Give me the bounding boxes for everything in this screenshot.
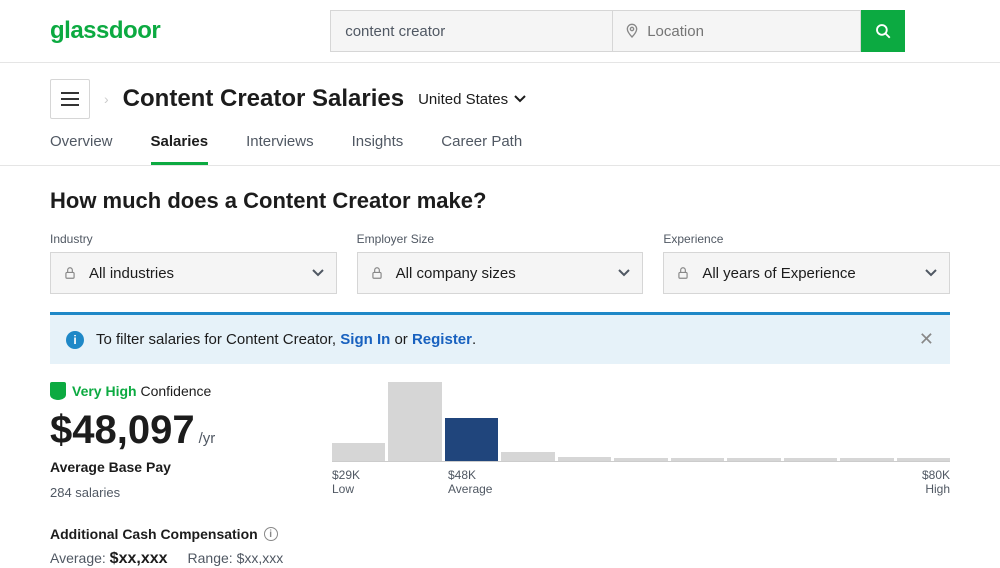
menu-button[interactable]	[50, 79, 90, 119]
axis-low-label: Low	[332, 482, 402, 496]
chevron-down-icon	[925, 269, 937, 277]
tab-interviews[interactable]: Interviews	[246, 133, 314, 165]
bar	[332, 443, 385, 461]
lock-icon	[370, 266, 384, 280]
bar	[727, 458, 780, 461]
bar	[445, 418, 498, 461]
addl-range: Range: $xx,xxx	[188, 550, 284, 568]
bar	[501, 452, 554, 461]
tab-insights[interactable]: Insights	[352, 133, 404, 165]
bar	[671, 458, 724, 461]
base-pay-label: Average Base Pay	[50, 459, 322, 475]
hamburger-icon	[61, 92, 79, 106]
axis-avg-value: $48K	[448, 468, 518, 482]
lock-icon	[63, 266, 77, 280]
filter-label-experience: Experience	[663, 232, 950, 246]
axis-high-value: $80K	[922, 468, 950, 482]
tab-overview[interactable]: Overview	[50, 133, 113, 165]
addl-avg: Average: $xx,xxx	[50, 550, 168, 568]
confidence-label: Very High Confidence	[72, 383, 211, 399]
bar	[840, 458, 893, 461]
chevron-down-icon	[514, 95, 526, 103]
banner-text: To filter salaries for Content Creator, …	[96, 331, 476, 348]
shield-icon	[50, 382, 66, 400]
chart-axis: $29K Low $48K Average $80K High	[332, 468, 950, 496]
axis-low-value: $29K	[332, 468, 402, 482]
close-icon[interactable]: ✕	[919, 329, 934, 350]
bar	[614, 458, 667, 461]
salary-count: 284 salaries	[50, 485, 322, 500]
page-title: Content Creator Salaries	[123, 85, 404, 113]
lock-icon	[676, 266, 690, 280]
axis-high-label: High	[922, 482, 950, 496]
bar	[784, 458, 837, 461]
logo[interactable]: glassdoor	[50, 17, 160, 45]
filter-experience[interactable]: All years of Experience	[663, 252, 950, 294]
filter-value: All industries	[89, 265, 174, 282]
country-label: United States	[418, 91, 508, 108]
filter-value: All company sizes	[396, 265, 516, 282]
bar	[897, 458, 950, 461]
search-icon	[874, 22, 892, 40]
info-icon: i	[66, 331, 84, 349]
tab-salaries[interactable]: Salaries	[151, 133, 209, 165]
info-icon[interactable]: i	[264, 527, 278, 541]
filter-label-employer-size: Employer Size	[357, 232, 644, 246]
filter-industry[interactable]: All industries	[50, 252, 337, 294]
section-heading: How much does a Content Creator make?	[50, 188, 950, 214]
addl-comp-title: Additional Cash Compensation	[50, 526, 258, 542]
location-pin-icon	[624, 23, 640, 39]
filter-employer-size[interactable]: All company sizes	[357, 252, 644, 294]
register-link[interactable]: Register	[412, 331, 472, 348]
signin-banner: i To filter salaries for Content Creator…	[50, 312, 950, 364]
country-selector[interactable]: United States	[418, 91, 526, 108]
tab-career-path[interactable]: Career Path	[441, 133, 522, 165]
salary-distribution-chart	[332, 382, 950, 462]
average-salary: $48,097/yr	[50, 408, 322, 453]
filter-label-industry: Industry	[50, 232, 337, 246]
location-input[interactable]	[612, 10, 861, 52]
chevron-down-icon	[618, 269, 630, 277]
chevron-down-icon	[312, 269, 324, 277]
sign-in-link[interactable]: Sign In	[340, 331, 390, 348]
bar	[558, 457, 611, 461]
search-button[interactable]	[861, 10, 905, 52]
filter-value: All years of Experience	[702, 265, 855, 282]
axis-avg-label: Average	[448, 482, 518, 496]
chevron-right-icon: ›	[104, 91, 109, 107]
bar	[388, 382, 441, 461]
search-input[interactable]	[330, 10, 612, 52]
